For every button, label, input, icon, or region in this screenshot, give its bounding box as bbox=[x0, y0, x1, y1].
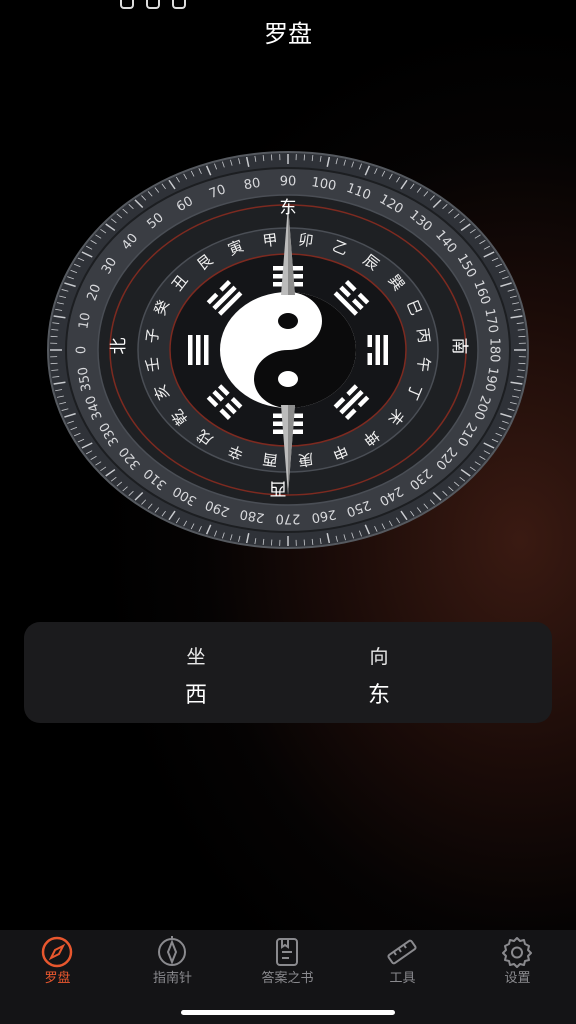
mountain-label: 子 bbox=[143, 327, 163, 344]
mountain-label: 卯 bbox=[297, 231, 314, 251]
sit-face-card: 坐 西 向 东 bbox=[24, 622, 552, 723]
mountain-label: 壬 bbox=[143, 356, 163, 373]
degree-label: 0 bbox=[75, 346, 90, 354]
direction-north: 北 bbox=[109, 338, 129, 355]
navigation-icon bbox=[158, 936, 186, 966]
compass-dial[interactable]: 010203040506070 80 90 100 110 120130140150160… bbox=[40, 145, 536, 555]
mountain-label: 午 bbox=[413, 356, 433, 373]
face-label: 向 bbox=[369, 646, 389, 668]
direction-south: 南 bbox=[449, 338, 469, 355]
tab-compass[interactable]: 罗盘 bbox=[0, 930, 115, 1000]
ruler-icon bbox=[387, 939, 417, 965]
degree-label: 10 bbox=[76, 311, 94, 330]
degree-label: 90 bbox=[280, 175, 297, 190]
mountain-label: 酉 bbox=[262, 450, 279, 470]
tab-settings[interactable]: 设置 bbox=[460, 930, 575, 1000]
tab-compass-label: 罗盘 bbox=[44, 971, 71, 986]
tab-tools-label: 工具 bbox=[389, 971, 416, 986]
tab-settings-label: 设置 bbox=[504, 971, 531, 986]
luopan-compass[interactable]: 0 10 20 30 40 50 60 70 80 90 100 110 120 130 140 150 160… bbox=[40, 145, 536, 555]
compass-icon bbox=[41, 936, 73, 968]
tab-answer-book-label: 答案之书 bbox=[261, 971, 314, 986]
degree-label: 80 bbox=[243, 176, 262, 194]
sit-value: 西 bbox=[184, 683, 207, 708]
home-indicator bbox=[181, 1010, 395, 1015]
compass-screen: 罗盘 0 10 20 30 40 50 60 70 80 90 100 110 120 130 140 150… bbox=[0, 0, 576, 1024]
degree-label: 180 bbox=[487, 338, 502, 363]
page-title: 罗盘 bbox=[264, 20, 312, 48]
tab-answer-book[interactable]: 答案之书 bbox=[230, 930, 345, 1000]
gear-icon bbox=[502, 937, 532, 968]
tab-tools[interactable]: 工具 bbox=[345, 930, 460, 1000]
face-value: 东 bbox=[367, 683, 390, 708]
sit-label: 坐 bbox=[186, 646, 206, 668]
status-icons bbox=[120, 0, 220, 9]
direction-east: 东 bbox=[280, 198, 297, 218]
trigram-icon bbox=[188, 335, 209, 365]
tab-guide-needle-label: 指南针 bbox=[152, 971, 192, 986]
direction-west: 西 bbox=[270, 478, 287, 498]
degree-label: 270 bbox=[276, 511, 301, 526]
mountain-label: 丙 bbox=[413, 327, 433, 344]
status-bar bbox=[0, 0, 576, 10]
book-icon bbox=[276, 938, 298, 966]
mountain-label: 庚 bbox=[297, 450, 314, 470]
yin-yang-icon bbox=[220, 292, 356, 408]
mountain-label: 甲 bbox=[262, 231, 279, 251]
tab-guide-needle[interactable]: 指南针 bbox=[115, 930, 230, 1000]
